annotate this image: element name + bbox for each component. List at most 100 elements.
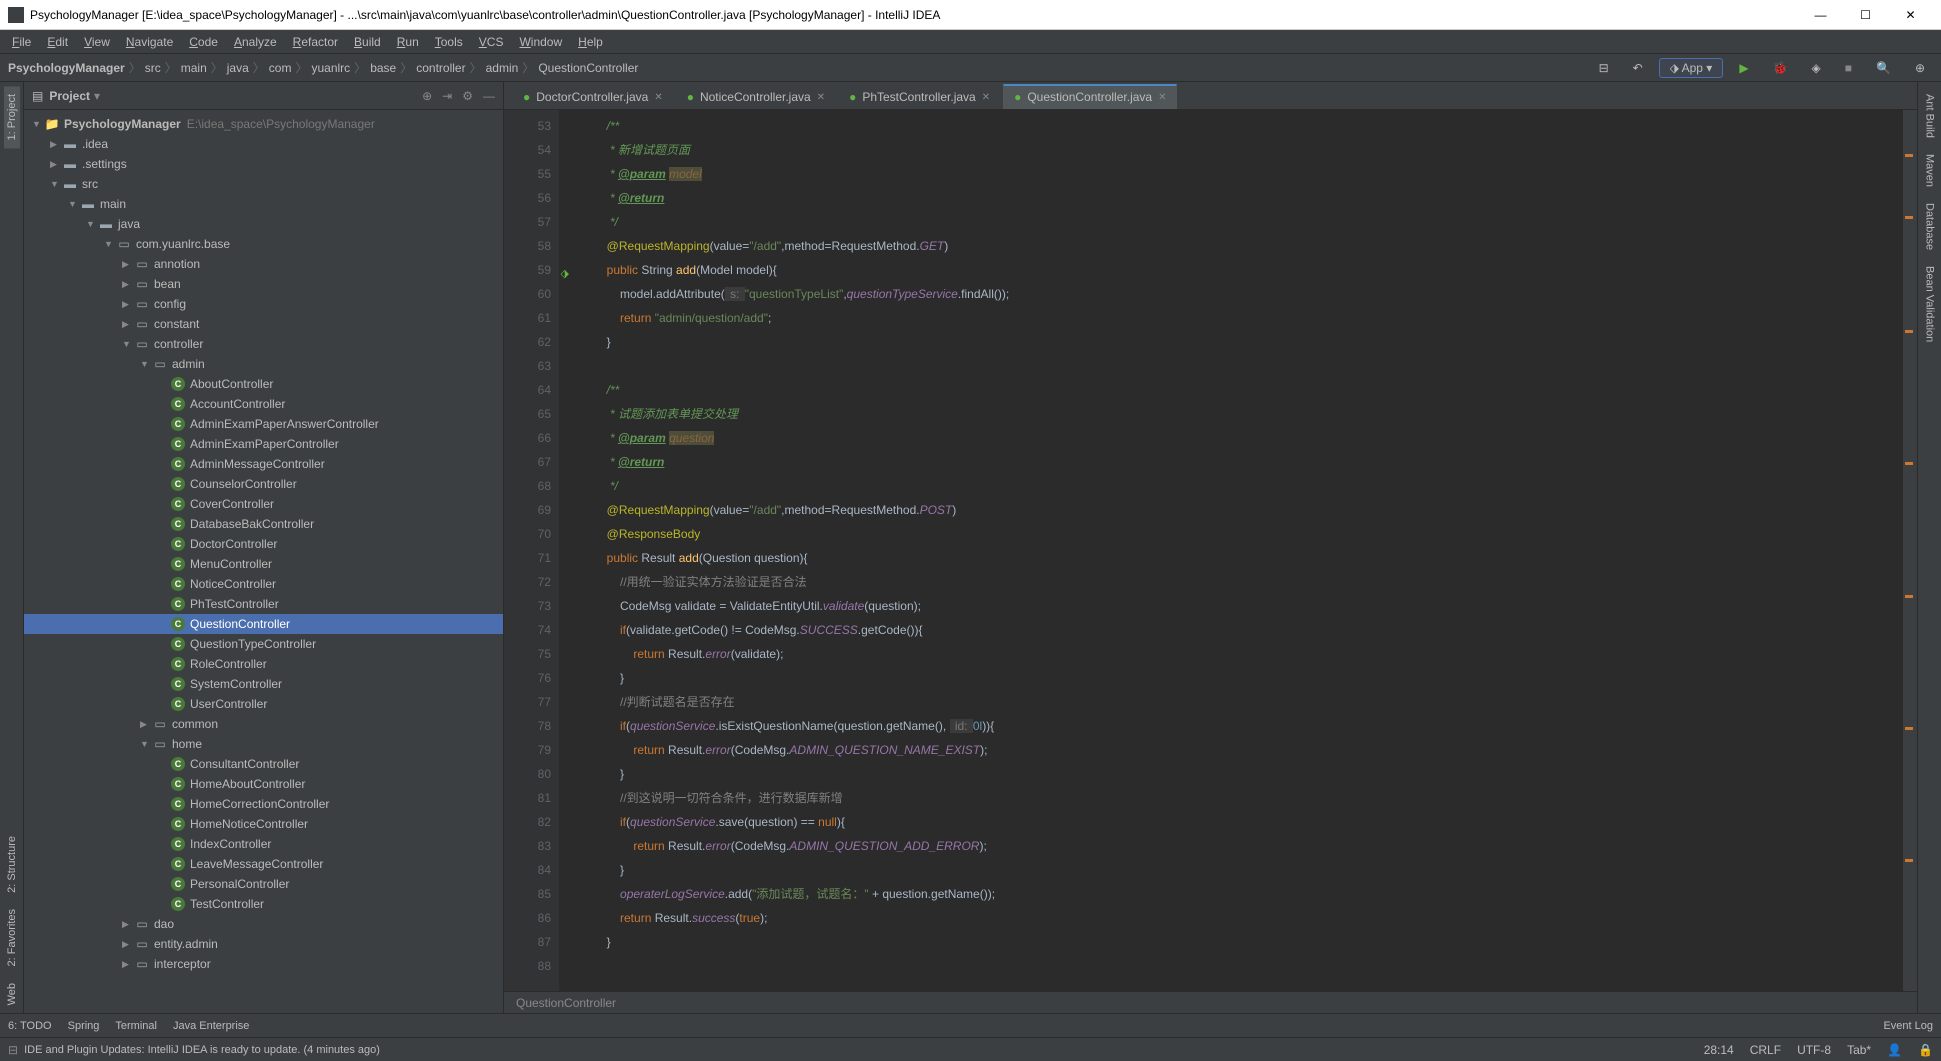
bottom-tab-java-enterprise[interactable]: Java Enterprise <box>173 1020 249 1032</box>
tree-item-dao[interactable]: ▶▭dao <box>24 914 503 934</box>
tree-item-java[interactable]: ▼▬java <box>24 214 503 234</box>
run-config-selector[interactable]: ⬗ App ▾ <box>1659 58 1724 78</box>
project-tree[interactable]: ▼📁PsychologyManagerE:\idea_space\Psychol… <box>24 110 503 1013</box>
tree-item-bean[interactable]: ▶▭bean <box>24 274 503 294</box>
tree-item-systemcontroller[interactable]: CSystemController <box>24 674 503 694</box>
right-tab-maven[interactable]: Maven <box>1922 146 1938 195</box>
editor-breadcrumb[interactable]: QuestionController <box>504 991 1917 1013</box>
tree-item-common[interactable]: ▶▭common <box>24 714 503 734</box>
gear-icon[interactable]: ⚙ <box>462 89 473 103</box>
tree-item-interceptor[interactable]: ▶▭interceptor <box>24 954 503 974</box>
crumb-class[interactable]: QuestionController <box>538 61 638 75</box>
tree-item-adminexampapercontroller[interactable]: CAdminExamPaperController <box>24 434 503 454</box>
tree-item-usercontroller[interactable]: CUserController <box>24 694 503 714</box>
crumb-item[interactable]: com <box>269 61 292 75</box>
crumb-item[interactable]: main <box>181 61 207 75</box>
close-tab-icon[interactable]: ✕ <box>817 92 825 103</box>
stop-button[interactable]: ■ <box>1837 59 1860 77</box>
tree-item-src[interactable]: ▼▬src <box>24 174 503 194</box>
bottom-tab-spring[interactable]: Spring <box>68 1020 100 1032</box>
tree-item-phtestcontroller[interactable]: CPhTestController <box>24 594 503 614</box>
tree-item-doctorcontroller[interactable]: CDoctorController <box>24 534 503 554</box>
back-icon[interactable]: ↶ <box>1625 59 1651 77</box>
tree-item-home[interactable]: ▼▭home <box>24 734 503 754</box>
tree-item-menucontroller[interactable]: CMenuController <box>24 554 503 574</box>
cursor-position[interactable]: 28:14 <box>1704 1043 1734 1057</box>
error-stripe[interactable] <box>1903 110 1917 991</box>
search-icon[interactable]: 🔍 <box>1868 59 1899 77</box>
editor-tab[interactable]: ●DoctorController.java✕ <box>512 85 674 109</box>
debug-button[interactable]: 🐞 <box>1765 59 1796 77</box>
left-tab-project[interactable]: 1: Project <box>4 86 20 148</box>
crumb-item[interactable]: base <box>370 61 396 75</box>
tree-item-consultantcontroller[interactable]: CConsultantController <box>24 754 503 774</box>
tree-item-homenoticecontroller[interactable]: CHomeNoticeController <box>24 814 503 834</box>
encoding[interactable]: UTF-8 <box>1797 1043 1831 1057</box>
right-tab-ant[interactable]: Ant Build <box>1922 86 1938 146</box>
editor-tab[interactable]: ●PhTestController.java✕ <box>838 85 1001 109</box>
crumb-project[interactable]: PsychologyManager <box>8 61 125 75</box>
tree-item--settings[interactable]: ▶▬.settings <box>24 154 503 174</box>
bottom-tab-eventlog[interactable]: Event Log <box>1883 1020 1933 1032</box>
menu-navigate[interactable]: Navigate <box>118 35 181 49</box>
tree-item-noticecontroller[interactable]: CNoticeController <box>24 574 503 594</box>
tree-item-aboutcontroller[interactable]: CAboutController <box>24 374 503 394</box>
tree-item-homecorrectioncontroller[interactable]: CHomeCorrectionController <box>24 794 503 814</box>
settings-icon[interactable]: ⊕ <box>1907 59 1933 77</box>
menu-tools[interactable]: Tools <box>427 35 471 49</box>
tree-item-accountcontroller[interactable]: CAccountController <box>24 394 503 414</box>
menu-view[interactable]: View <box>76 35 118 49</box>
tree-item-admin[interactable]: ▼▭admin <box>24 354 503 374</box>
tree-item-annotion[interactable]: ▶▭annotion <box>24 254 503 274</box>
close-tab-icon[interactable]: ✕ <box>982 92 990 103</box>
crumb-item[interactable]: src <box>145 61 161 75</box>
tree-item-constant[interactable]: ▶▭constant <box>24 314 503 334</box>
collapse-icon[interactable]: ⇥ <box>442 89 452 103</box>
run-button[interactable]: ▶ <box>1731 59 1756 77</box>
left-tab-web[interactable]: Web <box>4 975 20 1013</box>
tree-item-covercontroller[interactable]: CCoverController <box>24 494 503 514</box>
coverage-button[interactable]: ◈ <box>1804 59 1829 77</box>
tree-item-personalcontroller[interactable]: CPersonalController <box>24 874 503 894</box>
locate-icon[interactable]: ⊕ <box>422 89 432 103</box>
tree-item-leavemessagecontroller[interactable]: CLeaveMessageController <box>24 854 503 874</box>
tree-item-counselorcontroller[interactable]: CCounselorController <box>24 474 503 494</box>
code-editor[interactable]: /** * 新增试题页面 * @param model * @return */… <box>560 110 1903 991</box>
menu-file[interactable]: File <box>4 35 39 49</box>
minimize-button[interactable]: — <box>1798 1 1843 29</box>
tree-item-config[interactable]: ▶▭config <box>24 294 503 314</box>
close-tab-icon[interactable]: ✕ <box>654 92 662 103</box>
menu-analyze[interactable]: Analyze <box>226 35 285 49</box>
toggle-layout-icon[interactable]: ⊟ <box>1591 59 1617 77</box>
tree-item-rolecontroller[interactable]: CRoleController <box>24 654 503 674</box>
right-tab-database[interactable]: Database <box>1922 195 1938 258</box>
left-tab-favorites[interactable]: 2: Favorites <box>4 901 20 974</box>
tree-item-main[interactable]: ▼▬main <box>24 194 503 214</box>
tree-item-questioncontroller[interactable]: CQuestionController <box>24 614 503 634</box>
tree-item-adminmessagecontroller[interactable]: CAdminMessageController <box>24 454 503 474</box>
tree-item-testcontroller[interactable]: CTestController <box>24 894 503 914</box>
tree-item-controller[interactable]: ▼▭controller <box>24 334 503 354</box>
editor-tab[interactable]: ●QuestionController.java✕ <box>1003 84 1177 109</box>
crumb-item[interactable]: controller <box>416 61 465 75</box>
crumb-item[interactable]: yuanlrc <box>311 61 350 75</box>
tree-item-entity-admin[interactable]: ▶▭entity.admin <box>24 934 503 954</box>
right-tab-bean[interactable]: Bean Validation <box>1922 258 1938 350</box>
tree-item--idea[interactable]: ▶▬.idea <box>24 134 503 154</box>
tree-item-adminexampaperanswercontroller[interactable]: CAdminExamPaperAnswerController <box>24 414 503 434</box>
inspection-icon[interactable]: 👤 <box>1887 1043 1902 1057</box>
menu-edit[interactable]: Edit <box>39 35 76 49</box>
tree-item-homeaboutcontroller[interactable]: CHomeAboutController <box>24 774 503 794</box>
left-tab-structure[interactable]: 2: Structure <box>4 828 20 901</box>
menu-run[interactable]: Run <box>389 35 427 49</box>
menu-refactor[interactable]: Refactor <box>285 35 346 49</box>
line-separator[interactable]: CRLF <box>1750 1043 1781 1057</box>
crumb-item[interactable]: admin <box>486 61 519 75</box>
tree-item-indexcontroller[interactable]: CIndexController <box>24 834 503 854</box>
close-tab-icon[interactable]: ✕ <box>1158 92 1166 103</box>
tree-item-questiontypecontroller[interactable]: CQuestionTypeController <box>24 634 503 654</box>
editor-tab[interactable]: ●NoticeController.java✕ <box>676 85 836 109</box>
tree-item-databasebakcontroller[interactable]: CDatabaseBakController <box>24 514 503 534</box>
menu-vcs[interactable]: VCS <box>471 35 512 49</box>
bottom-tab-todo[interactable]: 6: TODO <box>8 1020 52 1032</box>
